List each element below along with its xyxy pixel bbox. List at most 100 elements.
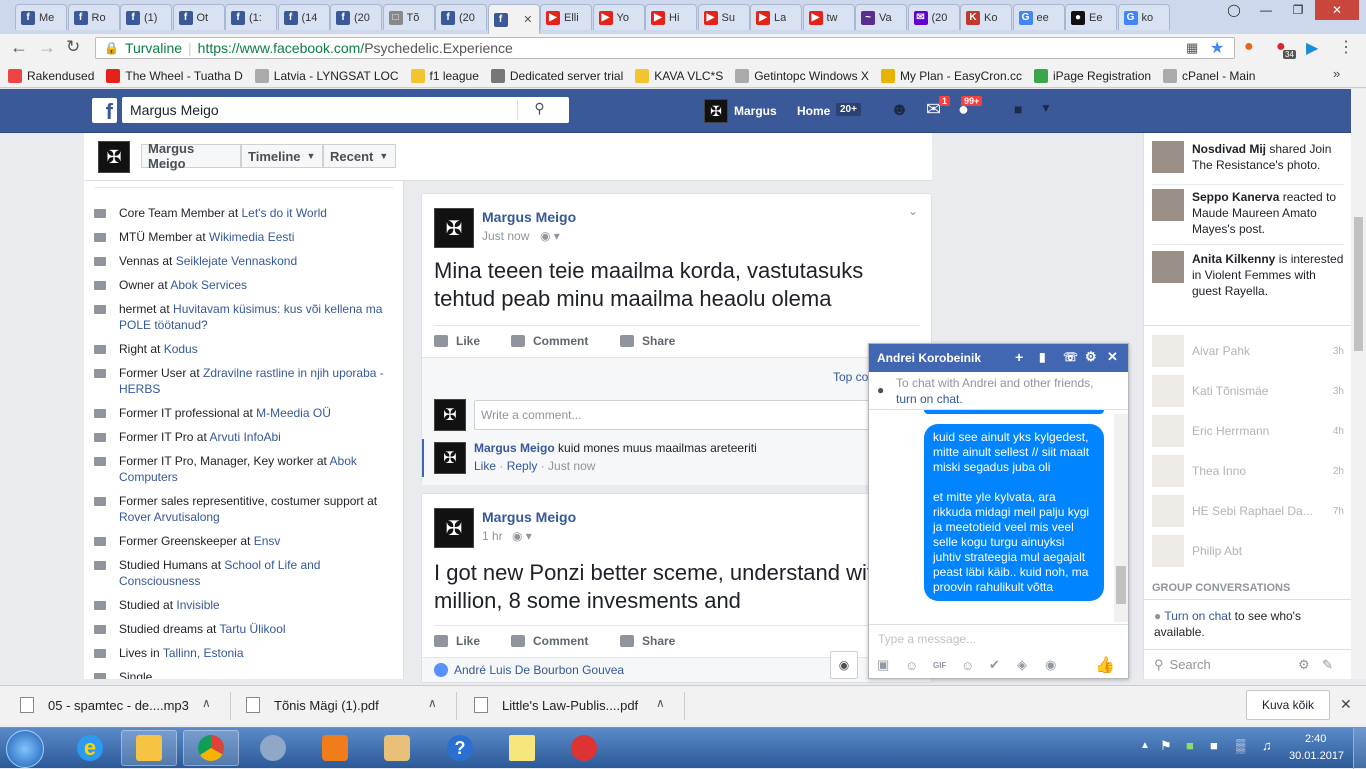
download-item[interactable]: 05 - spamtec - de....mp3 ∧ [20, 690, 220, 720]
browser-tab[interactable]: ▶ Su [697, 4, 750, 30]
network-signal-icon[interactable]: ▒ [1236, 738, 1245, 753]
clock-time[interactable]: 2:40 [1305, 733, 1326, 745]
download-item[interactable]: Tõnis Mägi (1).pdf ∧ [246, 690, 446, 720]
comment-reply-link[interactable]: Reply [507, 459, 538, 473]
ticker-story[interactable]: Nosdivad Mij shared Join The Resistance'… [1152, 141, 1344, 173]
paint-taskbar-icon[interactable] [369, 730, 425, 766]
close-window-button[interactable]: ✕ [1315, 0, 1359, 20]
close-chat-icon[interactable]: ✕ [1107, 349, 1118, 365]
post-timestamp[interactable]: Just now [482, 229, 529, 243]
bookmark-item[interactable]: iPage Registration [1033, 68, 1151, 83]
comment-author-avatar[interactable]: ✠ [434, 442, 466, 474]
browser-tab[interactable]: □ Tõ [382, 4, 435, 30]
download-options-chevron-icon[interactable]: ∧ [428, 696, 437, 710]
browser-tab[interactable]: Gko [1117, 4, 1170, 30]
settings-gear-icon[interactable]: ⚙ [1298, 657, 1310, 673]
download-options-chevron-icon[interactable]: ∧ [202, 696, 211, 710]
browser-tab[interactable]: ▶ tw [802, 4, 855, 30]
more-bookmarks-icon[interactable]: » [1333, 66, 1340, 81]
top-comments-toggle[interactable]: Top co [833, 370, 868, 384]
chat-scrollbar-thumb[interactable] [1116, 566, 1126, 604]
user-name-link[interactable]: Margus [734, 104, 777, 118]
chat-contact[interactable]: Aivar Pahk 3h [1152, 335, 1344, 367]
back-icon[interactable]: ← [10, 37, 28, 58]
chat-settings-gear-icon[interactable]: ⚙ [1085, 349, 1097, 365]
start-button-icon[interactable] [6, 730, 44, 768]
intro-link[interactable]: Arvuti InfoAbi [209, 430, 280, 444]
user-profile-icon[interactable]: ◯ [1219, 0, 1249, 20]
comment-like-link[interactable]: Like [474, 459, 496, 473]
help-taskbar-icon[interactable]: ? [432, 730, 488, 766]
chat-title[interactable]: Andrei Korobeinik [877, 351, 981, 365]
bookmark-item[interactable]: Getintopc Windows X [735, 68, 869, 83]
chat-contact[interactable]: HE Sebi Raphael Da... 7h [1152, 495, 1344, 527]
photo-icon[interactable]: ▣ [877, 657, 905, 673]
browser-tab[interactable]: f Me [15, 4, 67, 30]
sticker-icon[interactable]: ☺ [905, 658, 933, 673]
user-avatar[interactable]: ✠ [704, 99, 728, 123]
profile-name-button[interactable]: Margus Meigo [141, 141, 241, 171]
audience-globe-icon[interactable]: ◉ ▾ [540, 229, 560, 243]
show-desktop-button[interactable] [1353, 728, 1366, 769]
browser-tab[interactable]: f (1: [225, 4, 277, 30]
bookmark-item[interactable]: The Wheel - Tuatha D [106, 68, 243, 83]
camera-icon[interactable]: ◉ [1045, 657, 1095, 673]
ticker-story[interactable]: Seppo Kanerva reacted to Maude Maureen A… [1152, 189, 1344, 237]
bookmark-star-icon[interactable]: ★ [1210, 38, 1224, 58]
search-icon[interactable]: ⚲ [517, 100, 561, 120]
internet-explorer-taskbar-icon[interactable]: e [62, 730, 118, 766]
reload-icon[interactable]: ↻ [66, 37, 80, 57]
reaction-names[interactable]: André Luis De Bourbon Gouvea [454, 663, 624, 677]
ticker-actor-name[interactable]: Seppo Kanerva [1192, 190, 1279, 204]
bookmark-item[interactable]: My Plan - EasyCron.cc [880, 68, 1022, 83]
download-item[interactable]: Little's Law-Publis....pdf ∧ [474, 690, 674, 720]
privacy-shortcuts-icon[interactable]: ■ [1014, 101, 1022, 117]
maximize-button[interactable]: ❐ [1283, 0, 1313, 20]
bookmark-item[interactable]: Latvia - LYNGSAT LOC [254, 68, 399, 83]
home-link[interactable]: Home [797, 104, 830, 118]
browser-tab[interactable]: ● Ee [1065, 4, 1117, 30]
chat-contact[interactable]: Kati Tõnismäe 3h [1152, 375, 1344, 407]
bookmark-item[interactable]: f1 league [410, 68, 479, 83]
comment-time[interactable]: Just now [548, 459, 595, 473]
share-button[interactable]: Share [620, 334, 675, 348]
gif-icon[interactable]: GIF [933, 661, 961, 670]
tray-app-icon[interactable]: ■ [1186, 738, 1194, 753]
language-globe-icon[interactable]: ◉ [830, 651, 858, 679]
network-tool-taskbar-icon[interactable] [556, 730, 612, 766]
like-button[interactable]: Like [434, 334, 480, 348]
scrollbar-thumb[interactable] [1354, 217, 1363, 351]
write-comment-input[interactable]: Write a comment... [474, 400, 874, 430]
account-menu-chevron-icon[interactable]: ▼ [1040, 101, 1052, 115]
browser-tab[interactable]: f (1) [120, 4, 172, 30]
show-hidden-icons-icon[interactable]: ▲ [1140, 740, 1150, 751]
new-message-icon[interactable]: ✎ [1322, 657, 1333, 673]
facebook-logo-icon[interactable]: f [92, 98, 117, 123]
browser-tab[interactable]: ✉ (20 [907, 4, 960, 30]
message-input[interactable]: Type a message... [878, 632, 1118, 646]
comment-button[interactable]: Comment [511, 334, 588, 348]
download-options-chevron-icon[interactable]: ∧ [656, 696, 665, 710]
browser-tab[interactable]: f (20 [435, 4, 487, 30]
intro-link[interactable]: Let's do it World [242, 206, 327, 220]
intro-link[interactable]: Wikimedia Eesti [209, 230, 294, 244]
file-explorer-taskbar-icon[interactable] [121, 730, 177, 766]
add-person-icon[interactable]: + [1015, 349, 1023, 365]
video-call-icon[interactable]: ▮ [1039, 350, 1046, 364]
ticker-actor-name[interactable]: Anita Kilkenny [1192, 252, 1275, 266]
skype-taskbar-icon[interactable] [245, 730, 301, 766]
media-player-taskbar-icon[interactable] [307, 730, 363, 766]
browser-tab[interactable]: Gee [1012, 4, 1065, 30]
minimize-button[interactable]: — [1251, 0, 1281, 20]
post-timestamp[interactable]: 1 hr [482, 529, 503, 543]
volume-icon[interactable]: ♫ [1262, 738, 1272, 753]
turn-on-chat-link[interactable]: turn on chat. [896, 391, 1122, 407]
bookmark-item[interactable]: cPanel - Main [1163, 68, 1255, 83]
intro-link[interactable]: Tallinn, Estonia [163, 646, 244, 660]
intro-link[interactable]: M-Meedia OÜ [256, 406, 331, 420]
browser-tab[interactable]: ~ Va [855, 4, 907, 30]
translate-icon[interactable]: ▦ [1186, 40, 1198, 56]
chrome-taskbar-icon[interactable] [183, 730, 239, 766]
bookmark-item[interactable]: Dedicated server trial [490, 68, 623, 83]
firefox-extension-icon[interactable]: ● [1244, 38, 1254, 56]
